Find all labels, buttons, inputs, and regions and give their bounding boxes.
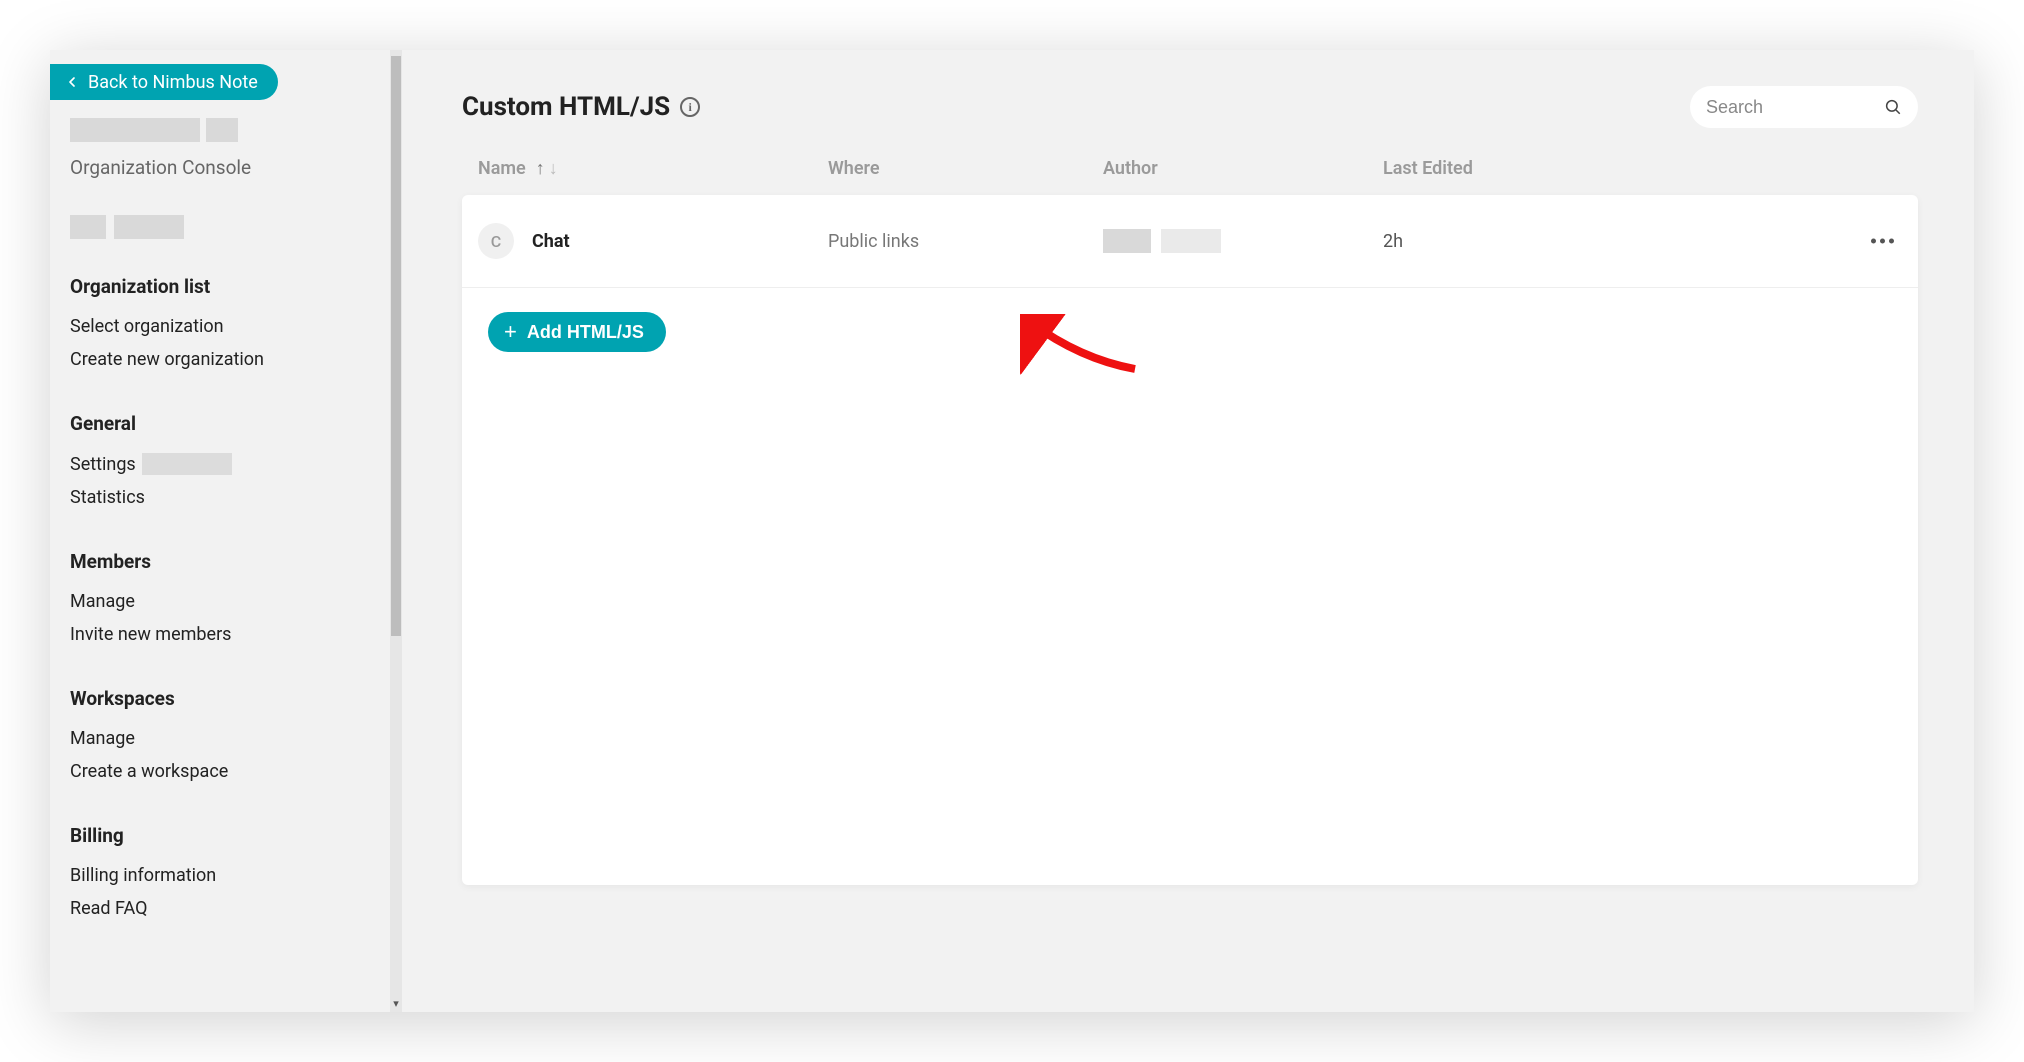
sidebar-header: Organization Console: [50, 100, 402, 239]
page-title-wrap: Custom HTML/JS i: [462, 92, 700, 122]
column-where[interactable]: Where: [828, 158, 1103, 179]
settings-label: Settings: [70, 454, 136, 475]
search-input[interactable]: [1706, 97, 1866, 118]
row-where: Public links: [828, 231, 1103, 252]
topbar: Custom HTML/JS i: [462, 86, 1918, 128]
sidebar-item-create-workspace[interactable]: Create a workspace: [70, 755, 402, 788]
sidebar-item-read-faq[interactable]: Read FAQ: [70, 892, 402, 925]
info-icon[interactable]: i: [680, 97, 700, 117]
sidebar-item-create-organization[interactable]: Create new organization: [70, 343, 402, 376]
back-label: Back to Nimbus Note: [88, 72, 258, 93]
more-options-icon[interactable]: [1871, 239, 1894, 244]
sidebar-item-settings[interactable]: Settings: [70, 447, 402, 481]
sidebar-item-statistics[interactable]: Statistics: [70, 481, 402, 514]
search-icon: [1884, 98, 1902, 116]
app-shell: Back to Nimbus Note Organization Console…: [50, 50, 1974, 1012]
chevron-down-icon[interactable]: ▾: [390, 997, 402, 1010]
main-content: Custom HTML/JS i Name ↑ ↓ Where Author L…: [402, 50, 1974, 1012]
sidebar: Back to Nimbus Note Organization Console…: [50, 50, 402, 1012]
page-title: Custom HTML/JS: [462, 92, 670, 122]
column-name[interactable]: Name ↑ ↓: [478, 158, 828, 179]
search-box[interactable]: [1690, 86, 1918, 128]
sidebar-scrollbar[interactable]: ▾: [390, 50, 402, 1012]
sidebar-item-select-organization[interactable]: Select organization: [70, 310, 402, 343]
sidebar-section-organization: Organization list Select organization Cr…: [50, 275, 402, 376]
add-html-js-button[interactable]: + Add HTML/JS: [488, 312, 666, 352]
sidebar-item-billing-info[interactable]: Billing information: [70, 859, 402, 892]
add-button-label: Add HTML/JS: [527, 322, 644, 343]
plus-icon: +: [504, 321, 517, 343]
sidebar-section-workspaces: Workspaces Manage Create a workspace: [50, 687, 402, 788]
settings-redacted: [142, 453, 232, 475]
sidebar-section-members: Members Manage Invite new members: [50, 550, 402, 651]
row-name: Chat: [532, 231, 570, 252]
sidebar-section-general: General Settings Statistics: [50, 412, 402, 514]
row-last-edited: 2h: [1383, 231, 1902, 252]
back-to-nimbus-button[interactable]: Back to Nimbus Note: [50, 64, 278, 100]
console-label: Organization Console: [70, 156, 382, 179]
sidebar-heading-general: General: [70, 412, 402, 435]
column-author[interactable]: Author: [1103, 158, 1383, 179]
content-panel: C Chat Public links 2h + Add HTML/JS: [462, 195, 1918, 885]
sidebar-item-invite-members[interactable]: Invite new members: [70, 618, 402, 651]
sort-arrows-icon[interactable]: ↑ ↓: [536, 158, 558, 179]
sidebar-item-workspaces-manage[interactable]: Manage: [70, 722, 402, 755]
row-avatar: C: [478, 223, 514, 259]
column-last-edited[interactable]: Last Edited: [1383, 158, 1902, 179]
arrow-left-icon: [64, 74, 80, 90]
row-author-redacted: [1103, 229, 1383, 253]
scrollbar-thumb[interactable]: [391, 56, 401, 636]
org-name-redacted: [70, 112, 382, 146]
sidebar-item-members-manage[interactable]: Manage: [70, 585, 402, 618]
workspace-name-redacted: [70, 215, 382, 239]
table-header: Name ↑ ↓ Where Author Last Edited: [462, 128, 1918, 195]
sidebar-section-billing: Billing Billing information Read FAQ: [50, 824, 402, 925]
sort-down-icon: ↓: [549, 158, 558, 179]
sidebar-heading-workspaces: Workspaces: [70, 687, 402, 710]
column-name-label: Name: [478, 158, 526, 179]
table-row[interactable]: C Chat Public links 2h: [462, 195, 1918, 288]
sidebar-heading-billing: Billing: [70, 824, 402, 847]
sort-up-icon: ↑: [536, 158, 545, 179]
sidebar-heading-organization: Organization list: [70, 275, 402, 298]
sidebar-heading-members: Members: [70, 550, 402, 573]
